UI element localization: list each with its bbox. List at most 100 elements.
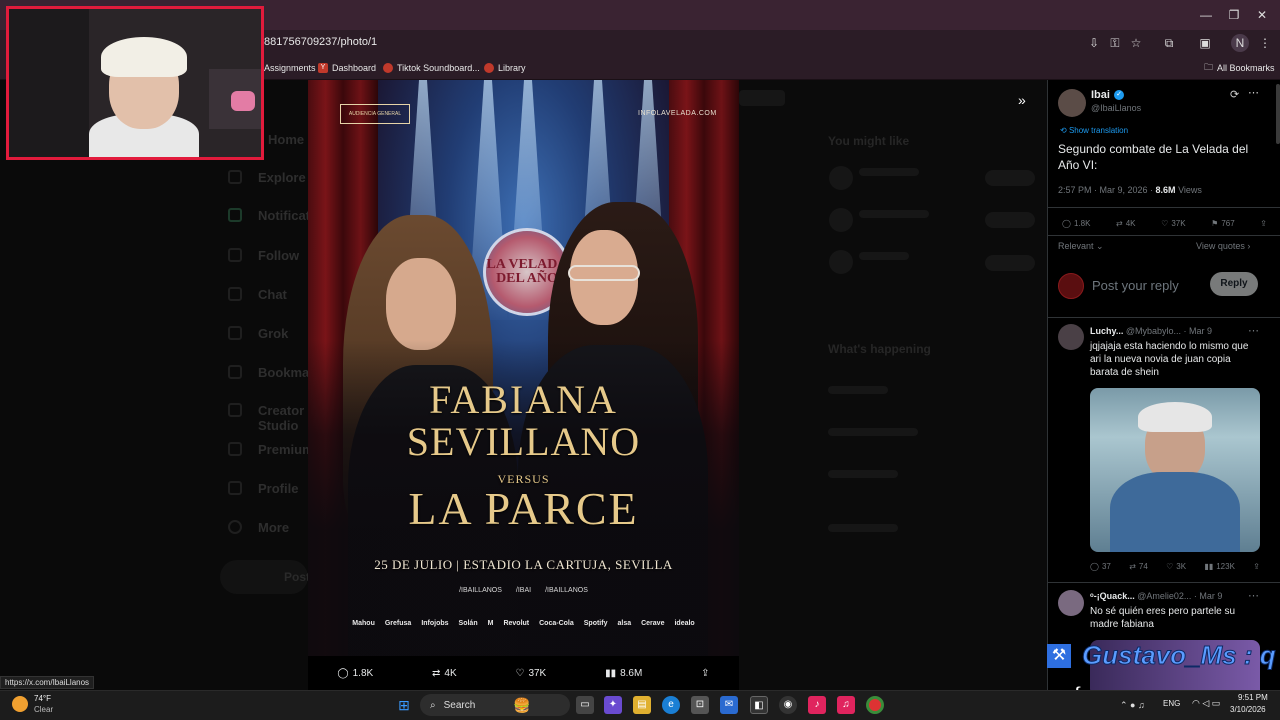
ghost-nav-home: Home	[268, 132, 305, 147]
sponsor: Revolut	[503, 620, 530, 627]
view-quotes-link[interactable]: View quotes ›	[1196, 241, 1250, 251]
reply-author-avatar[interactable]	[1058, 590, 1084, 616]
streamer-hair	[101, 37, 187, 77]
show-translation-link[interactable]: ⟲ Show translation	[1060, 126, 1128, 135]
reply-reply-stat[interactable]: ◯ 37	[1090, 562, 1111, 571]
bookmark-assignments[interactable]: Assignments	[264, 60, 316, 76]
reply-header: ᵒ-¡Quack... @Amelie02... · Mar 9	[1090, 591, 1222, 601]
obs-icon[interactable]: ◉	[779, 696, 797, 714]
reply-author-name[interactable]: ᵒ-¡Quack...	[1090, 591, 1135, 601]
reply-repost-stat[interactable]: ⇄ 74	[1129, 562, 1148, 571]
bookmark-label: Assignments	[264, 63, 316, 73]
twitch-handle: /IBAI	[515, 587, 532, 594]
tweet-time[interactable]: 2:57 PM · Mar 9, 2026 ·	[1058, 185, 1156, 195]
reply-action[interactable]: ◯ 1.8K	[337, 668, 373, 679]
tweet-share-stat[interactable]: ⇪	[1260, 219, 1267, 228]
bookmark-dashboard[interactable]: Y Dashboard	[318, 60, 376, 76]
ghost-line	[828, 524, 898, 532]
library-icon	[484, 63, 494, 73]
edge-icon[interactable]: e	[662, 696, 680, 714]
weather-icon[interactable]	[12, 696, 28, 712]
tweet-stats: ◯ 1.8K ⇄ 4K ♡ 37K ⚑ 767 ⇪	[1062, 219, 1267, 228]
key-icon[interactable]: ⚿	[1106, 34, 1124, 52]
author-name[interactable]: Ibai	[1091, 89, 1110, 101]
file-explorer-icon[interactable]: ▤	[633, 696, 651, 714]
app-icon[interactable]: ◧	[750, 696, 768, 714]
views-action[interactable]: ▮▮ 8.6M	[605, 668, 642, 679]
reply-input[interactable]: Post your reply	[1092, 278, 1179, 293]
split-view-icon[interactable]: ▣	[1196, 34, 1214, 52]
author-avatar[interactable]	[1058, 89, 1086, 117]
clock-date[interactable]: 3/10/2026	[1230, 705, 1266, 714]
maximize-icon[interactable]: ❐	[1224, 7, 1244, 23]
tray-icons[interactable]: ⌃ ● ♫	[1120, 700, 1145, 711]
profile-icon	[228, 481, 242, 495]
more-options-icon[interactable]: ⋯	[1248, 589, 1259, 602]
language-indicator[interactable]: ENG	[1163, 699, 1180, 708]
author-handle[interactable]: @IbaiLlanos	[1091, 103, 1141, 113]
outlook-icon[interactable]: ✉	[720, 696, 738, 714]
reply-like-stat[interactable]: ♡ 3K	[1166, 562, 1186, 571]
tiktok-icon[interactable]: ♪	[808, 696, 826, 714]
reply-count: 1.8K	[352, 667, 374, 679]
star-icon[interactable]: ☆	[1127, 34, 1145, 52]
chrome-icon[interactable]	[866, 696, 884, 714]
like-action[interactable]: ♡ 37K	[515, 668, 546, 679]
reply-share-stat[interactable]: ⇪	[1253, 562, 1260, 571]
reply-author-name[interactable]: Luchy...	[1090, 326, 1123, 336]
close-icon[interactable]: ✕	[1252, 7, 1272, 23]
windows-start-icon[interactable]: ⊞	[395, 696, 413, 714]
grok-icon[interactable]: ⟳	[1230, 88, 1239, 101]
sponsor: Spotify	[583, 620, 608, 627]
photo-poster[interactable]: LA VELADA DEL AÑO AUDIENCIA GENERAL INFO…	[308, 80, 739, 656]
reply-date[interactable]: · Mar 9	[1194, 591, 1223, 601]
store-icon[interactable]: ⊡	[691, 696, 709, 714]
reply-button[interactable]: Reply	[1210, 272, 1258, 296]
reply-text: jqjajaja esta haciendo lo mismo que ari …	[1090, 341, 1249, 378]
reply-views-stat[interactable]: ▮▮ 123K	[1204, 562, 1235, 571]
music-icon[interactable]: ♫	[837, 696, 855, 714]
share-action[interactable]: ⇪	[701, 668, 709, 679]
scrollbar-thumb[interactable]	[1276, 84, 1280, 144]
profile-avatar[interactable]: N	[1231, 34, 1249, 52]
ghost-you-might-like: You might like	[828, 134, 910, 148]
tweet-repost-stat[interactable]: ⇄ 4K	[1116, 219, 1136, 228]
more-options-icon[interactable]: ⋯	[1248, 86, 1259, 99]
views-count: 123K	[1216, 562, 1235, 571]
tweet-reply-stat[interactable]: ◯ 1.8K	[1062, 219, 1090, 228]
url-field[interactable]: 881756709237/photo/1	[264, 36, 377, 48]
relevant-dropdown[interactable]: Relevant ⌄	[1058, 241, 1104, 252]
fighter2-name: LA PARCE	[408, 483, 639, 534]
grok-icon	[228, 326, 242, 340]
extensions-icon[interactable]: ⧉	[1160, 34, 1178, 52]
collapse-panel-icon[interactable]: »	[1018, 92, 1026, 108]
network-volume-icons[interactable]: ◠ ◁ ▭	[1192, 698, 1220, 709]
tweet-text: Segundo combate de La Velada del Año VI:	[1058, 142, 1249, 172]
task-view-icon[interactable]: ▭	[576, 696, 594, 714]
ghost-line	[859, 252, 909, 260]
weather-desc[interactable]: Clear	[34, 705, 53, 714]
copilot-icon[interactable]: ✦	[604, 696, 622, 714]
reply-author-handle[interactable]: @Amelie02...	[1137, 591, 1191, 601]
reply-author-handle[interactable]: @Mybabylo...	[1126, 326, 1181, 336]
crying-man-hair	[1138, 402, 1212, 432]
install-icon[interactable]: ⇩	[1085, 34, 1103, 52]
bookmark-library[interactable]: Library	[484, 60, 526, 76]
reply-date[interactable]: · Mar 9	[1184, 326, 1213, 336]
repost-action[interactable]: ⇄ 4K	[432, 668, 457, 679]
menu-icon[interactable]: ⋮	[1256, 34, 1274, 52]
dimmed-sidebar: Home Explore Notifications Follow Chat G…	[0, 80, 337, 690]
all-bookmarks[interactable]: 🗀 All Bookmarks	[1204, 60, 1275, 76]
sponsor: Infojobs	[421, 620, 449, 627]
minimize-icon[interactable]: —	[1196, 7, 1216, 23]
more-options-icon[interactable]: ⋯	[1248, 324, 1259, 337]
reply-author-avatar[interactable]	[1058, 324, 1084, 350]
tweet-like-stat[interactable]: ♡ 37K	[1161, 219, 1185, 228]
bookmark-tiktok[interactable]: Tiktok Soundboard...	[383, 60, 480, 76]
weather-temp[interactable]: 74°F	[34, 694, 51, 703]
clock-time[interactable]: 9:51 PM	[1238, 693, 1268, 702]
reply-media-image[interactable]	[1090, 388, 1260, 552]
tweet-bookmark-stat[interactable]: ⚑ 767	[1211, 219, 1235, 228]
taskbar-search[interactable]: ⌕ Search 🍔	[420, 694, 570, 716]
show-translation-label: Show translation	[1068, 126, 1129, 135]
